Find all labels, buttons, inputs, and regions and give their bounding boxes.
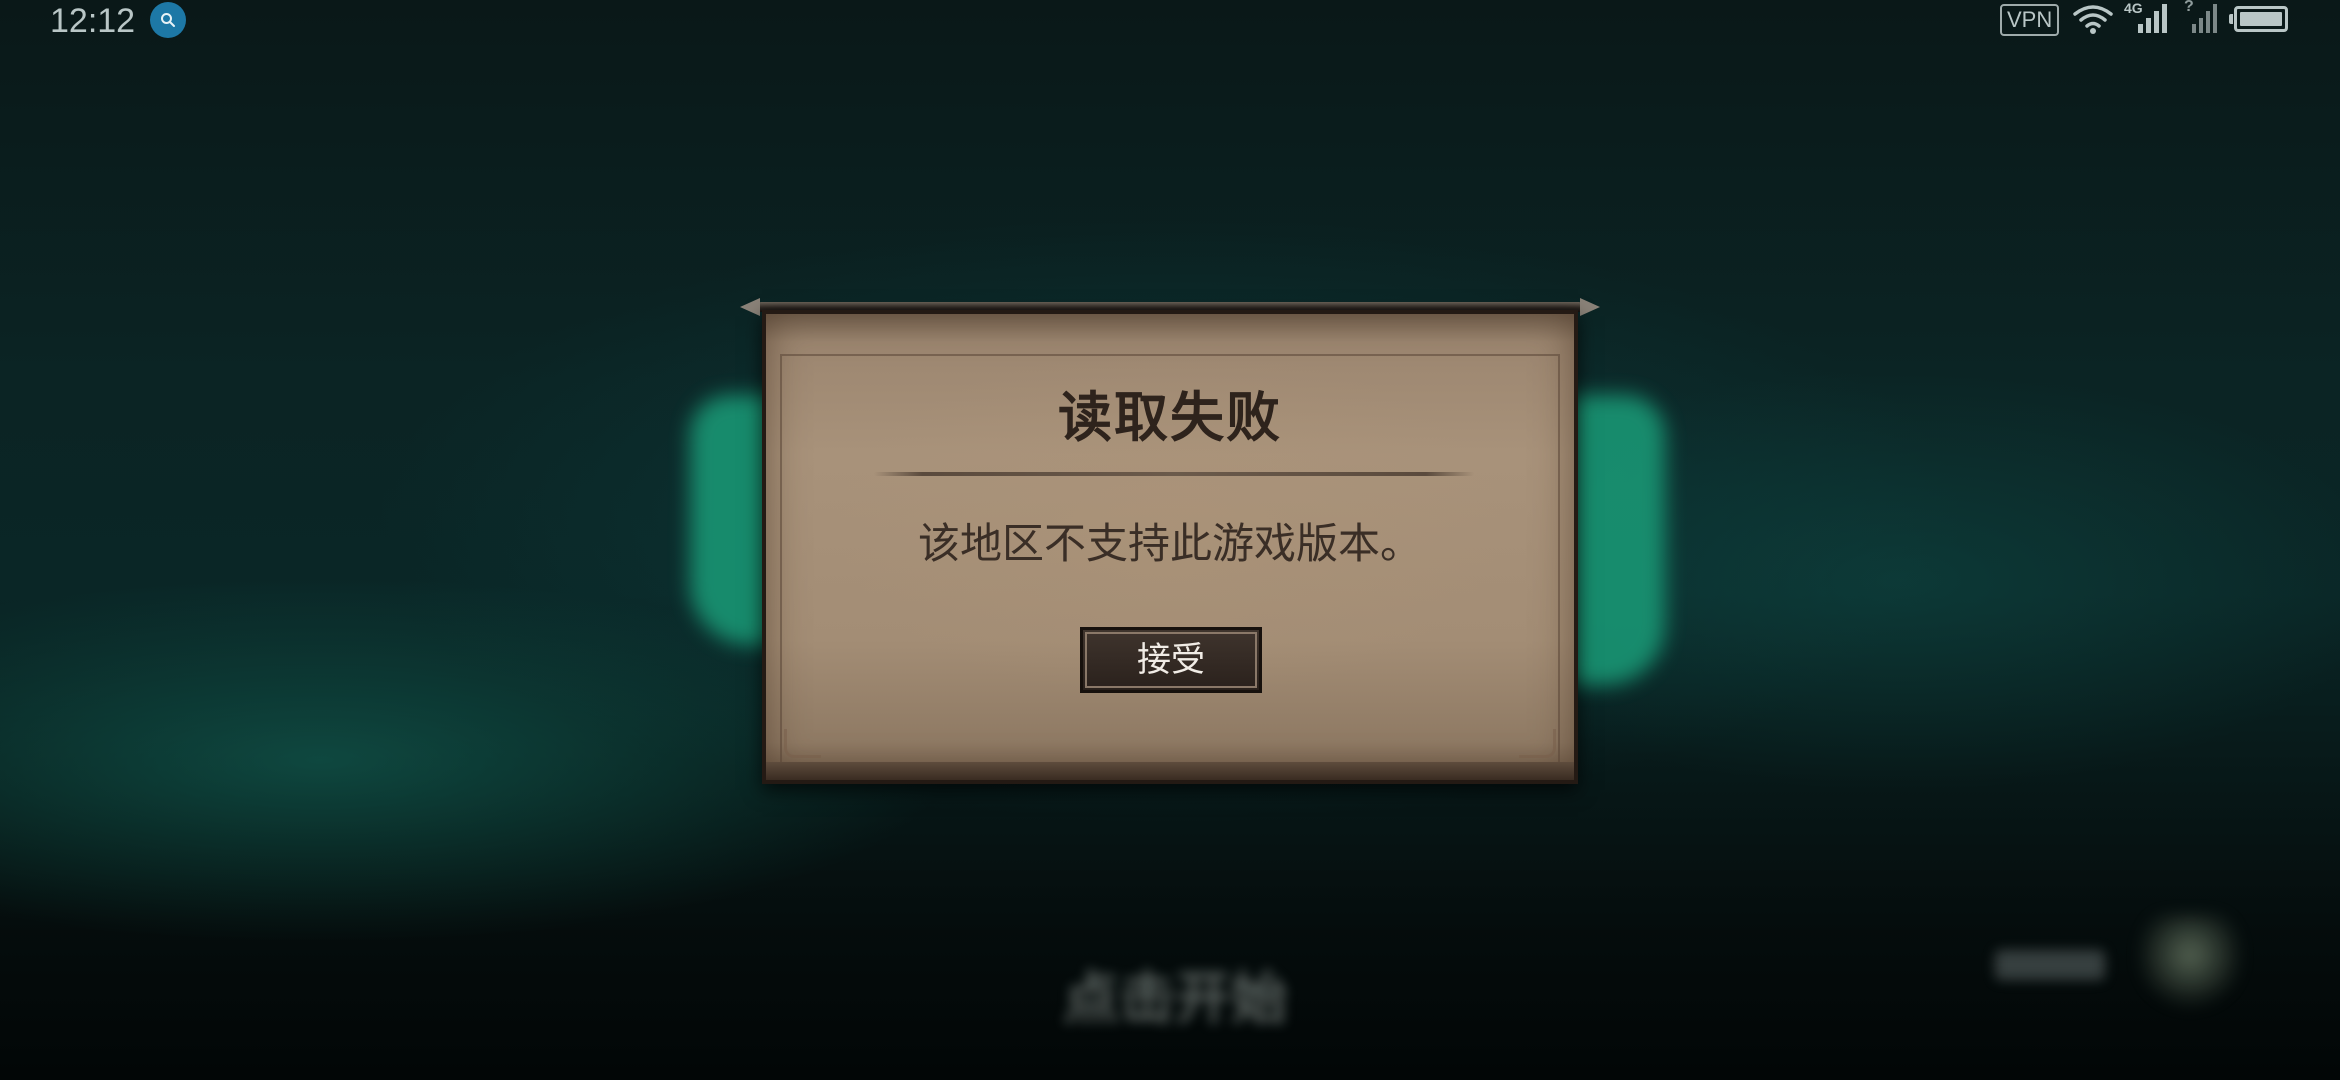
title-divider [874,472,1474,476]
character-figure-icon [2140,915,2240,1015]
game-screen: 点击开始 12:12 VPN 4G ? 读取失败 该地区不支持此游戏版本。 接受 [0,0,2340,1080]
tap-to-start-text: 点击开始 [1063,967,1287,1032]
cellular-signal-4g-icon: 4G [2124,0,2172,36]
corner-ornament-right-icon [1519,729,1556,758]
status-bar: 12:12 VPN 4G ? [0,0,2340,42]
cellular-signal-secondary-icon: ? [2184,0,2224,36]
rod-cap-left-icon [740,298,760,316]
load-failed-dialog: 读取失败 该地区不支持此游戏版本。 接受 [762,310,1578,784]
accept-button-label: 接受 [1137,640,1205,680]
dialog-title: 读取失败 [1058,386,1282,449]
dialog-message: 该地区不支持此游戏版本。 [917,519,1422,568]
search-icon [150,2,186,38]
battery-full-icon [2229,6,2288,32]
wifi-icon [2073,5,2113,34]
rod-cap-right-icon [1580,298,1600,316]
corner-ornament-left-icon [784,729,821,758]
game-logo-right-blur [1565,395,1665,685]
dialog-bottom-trim [766,762,1574,780]
status-clock: 12:12 [50,2,136,40]
vpn-badge: VPN [2000,4,2060,36]
background-side-label-blur [1995,950,2105,980]
accept-button[interactable]: 接受 [1080,627,1262,693]
